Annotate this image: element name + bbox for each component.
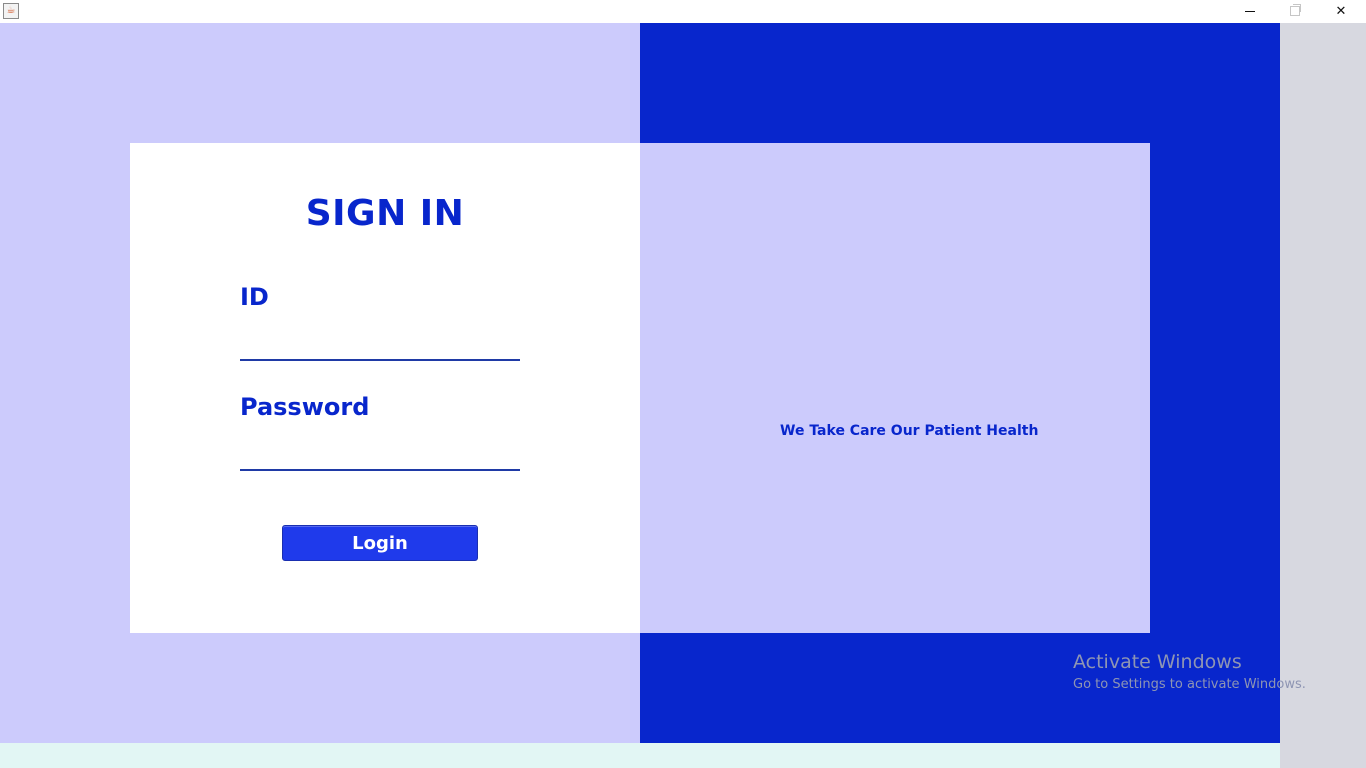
banner-card [640,143,1150,633]
id-label: ID [240,283,269,311]
id-input[interactable] [240,329,520,361]
activate-windows-subtitle: Go to Settings to activate Windows. [1073,677,1306,692]
minimize-button[interactable] [1227,0,1273,22]
window-titlebar: ☕ ✕ [0,0,1366,23]
activate-windows-title: Activate Windows [1073,651,1242,673]
password-label: Password [240,393,370,421]
sign-in-title: SIGN IN [305,193,465,234]
minimize-icon [1245,10,1255,12]
maximize-button[interactable] [1272,0,1318,22]
tagline-text: We Take Care Our Patient Health [780,423,1039,439]
close-button[interactable]: ✕ [1318,0,1364,22]
maximize-icon [1290,4,1301,16]
password-input[interactable] [240,439,520,471]
login-button[interactable]: Login [282,525,478,561]
java-icon: ☕ [3,3,19,19]
close-icon: ✕ [1335,3,1347,19]
background-bottom-strip [0,743,1280,768]
background-side-strip [1280,23,1366,768]
